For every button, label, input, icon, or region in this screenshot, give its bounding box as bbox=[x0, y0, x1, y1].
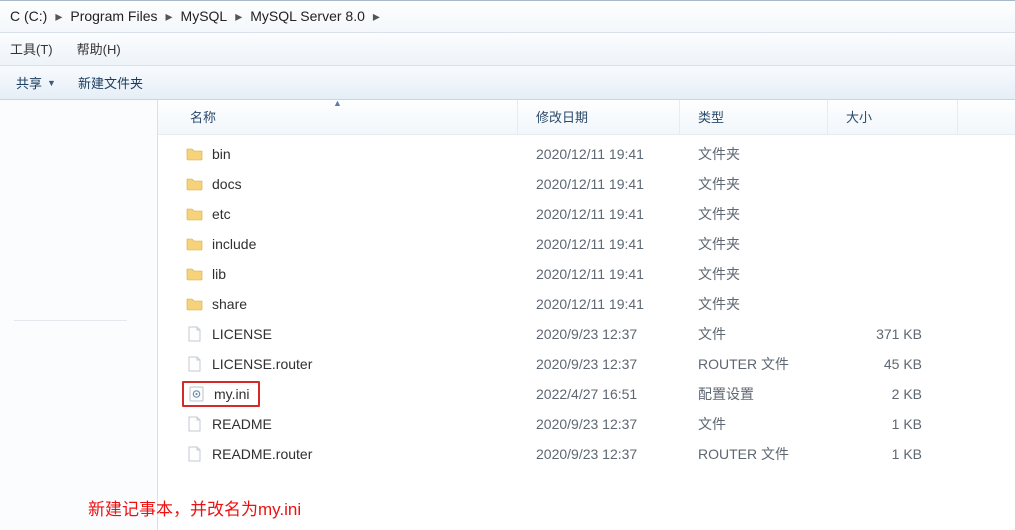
file-row[interactable]: README.router 2020/9/23 12:37ROUTER 文件1 K… bbox=[158, 439, 1015, 469]
folder-icon bbox=[186, 265, 204, 283]
file-name: LICENSE bbox=[212, 326, 272, 342]
chevron-right-icon: ▸ bbox=[371, 8, 382, 25]
explorer-window: C (C:) ▸ Program Files ▸ MySQL ▸ MySQL S… bbox=[0, 0, 1015, 530]
navigation-pane[interactable] bbox=[0, 100, 158, 530]
file-name: lib bbox=[212, 266, 226, 282]
file-type: 文件夹 bbox=[680, 174, 828, 194]
file-date: 2020/12/11 19:41 bbox=[518, 266, 680, 282]
menu-tools[interactable]: 工具(T) bbox=[4, 37, 59, 60]
file-name: my.ini bbox=[214, 386, 250, 402]
file-type: 文件夹 bbox=[680, 294, 828, 314]
file-type: 文件夹 bbox=[680, 204, 828, 224]
column-header-row: ▲ 名称 修改日期 类型 大小 bbox=[158, 100, 1015, 135]
menubar: 工具(T) 帮助(H) bbox=[0, 33, 1015, 66]
file-name: bin bbox=[212, 146, 231, 162]
folder-icon bbox=[186, 235, 204, 253]
file-name: etc bbox=[212, 206, 231, 222]
annotation-text: 新建记事本，并改名为my.ini bbox=[88, 495, 301, 520]
file-row[interactable]: my.ini 2022/4/27 16:51配置设置2 KB bbox=[158, 379, 1015, 409]
new-folder-label: 新建文件夹 bbox=[78, 73, 143, 92]
new-folder-button[interactable]: 新建文件夹 bbox=[78, 73, 143, 92]
file-icon bbox=[186, 325, 204, 343]
file-date: 2020/9/23 12:37 bbox=[518, 416, 680, 432]
column-header-size[interactable]: 大小 bbox=[828, 100, 958, 134]
file-row[interactable]: include 2020/12/11 19:41文件夹 bbox=[158, 229, 1015, 259]
file-name: docs bbox=[212, 176, 242, 192]
column-header-type[interactable]: 类型 bbox=[680, 100, 828, 134]
file-type: 配置设置 bbox=[680, 384, 828, 404]
highlight-box: my.ini bbox=[182, 381, 260, 407]
file-pane: ▲ 名称 修改日期 类型 大小 bin2020/12/11 19:41文件夹do… bbox=[158, 100, 1015, 530]
file-icon bbox=[186, 415, 204, 433]
settings-file-icon bbox=[188, 385, 206, 403]
column-header-name[interactable]: ▲ 名称 bbox=[158, 100, 518, 134]
toolbar: 共享 ▼ 新建文件夹 bbox=[0, 66, 1015, 100]
folder-icon bbox=[186, 145, 204, 163]
file-type: 文件 bbox=[680, 324, 828, 344]
file-name: include bbox=[212, 236, 256, 252]
column-header-date[interactable]: 修改日期 bbox=[518, 100, 680, 134]
chevron-right-icon: ▸ bbox=[164, 8, 175, 25]
file-date: 2020/12/11 19:41 bbox=[518, 236, 680, 252]
file-size: 2 KB bbox=[828, 386, 958, 402]
chevron-down-icon: ▼ bbox=[47, 78, 56, 88]
file-date: 2020/12/11 19:41 bbox=[518, 176, 680, 192]
file-date: 2022/4/27 16:51 bbox=[518, 386, 680, 402]
file-type: 文件夹 bbox=[680, 234, 828, 254]
file-icon bbox=[186, 445, 204, 463]
tree-separator bbox=[14, 320, 127, 321]
file-type: ROUTER 文件 bbox=[680, 354, 828, 374]
breadcrumb-drive[interactable]: C (C:) bbox=[4, 6, 53, 26]
file-type: 文件夹 bbox=[680, 144, 828, 164]
folder-icon bbox=[186, 295, 204, 313]
file-date: 2020/9/23 12:37 bbox=[518, 446, 680, 462]
file-row[interactable]: LICENSE 2020/9/23 12:37文件371 KB bbox=[158, 319, 1015, 349]
explorer-body: ▲ 名称 修改日期 类型 大小 bin2020/12/11 19:41文件夹do… bbox=[0, 100, 1015, 530]
file-date: 2020/9/23 12:37 bbox=[518, 356, 680, 372]
file-type: 文件 bbox=[680, 414, 828, 434]
breadcrumb-program-files[interactable]: Program Files bbox=[64, 6, 163, 26]
share-label: 共享 bbox=[16, 73, 42, 92]
file-name: LICENSE.router bbox=[212, 356, 312, 372]
share-button[interactable]: 共享 ▼ bbox=[16, 73, 56, 92]
file-row[interactable]: lib 2020/12/11 19:41文件夹 bbox=[158, 259, 1015, 289]
sort-ascending-icon: ▲ bbox=[333, 98, 342, 108]
file-row[interactable]: README 2020/9/23 12:37文件1 KB bbox=[158, 409, 1015, 439]
file-row[interactable]: share 2020/12/11 19:41文件夹 bbox=[158, 289, 1015, 319]
file-row[interactable]: LICENSE.router 2020/9/23 12:37ROUTER 文件45… bbox=[158, 349, 1015, 379]
file-size: 45 KB bbox=[828, 356, 958, 372]
file-name: README.router bbox=[212, 446, 312, 462]
breadcrumb-mysql[interactable]: MySQL bbox=[175, 6, 234, 26]
file-size: 371 KB bbox=[828, 326, 958, 342]
file-row[interactable]: bin 2020/12/11 19:41文件夹 bbox=[158, 139, 1015, 169]
chevron-right-icon: ▸ bbox=[53, 8, 64, 25]
breadcrumb-mysql-server[interactable]: MySQL Server 8.0 bbox=[244, 6, 371, 26]
menu-help[interactable]: 帮助(H) bbox=[71, 37, 127, 60]
file-list: bin2020/12/11 19:41文件夹docs2020/12/11 19:… bbox=[158, 135, 1015, 469]
folder-icon bbox=[186, 175, 204, 193]
chevron-right-icon: ▸ bbox=[233, 8, 244, 25]
column-name-label: 名称 bbox=[190, 110, 216, 125]
file-size: 1 KB bbox=[828, 416, 958, 432]
file-icon bbox=[186, 355, 204, 373]
file-date: 2020/12/11 19:41 bbox=[518, 206, 680, 222]
file-type: 文件夹 bbox=[680, 264, 828, 284]
file-size: 1 KB bbox=[828, 446, 958, 462]
file-date: 2020/12/11 19:41 bbox=[518, 146, 680, 162]
file-name: share bbox=[212, 296, 247, 312]
folder-icon bbox=[186, 205, 204, 223]
file-date: 2020/12/11 19:41 bbox=[518, 296, 680, 312]
file-row[interactable]: etc 2020/12/11 19:41文件夹 bbox=[158, 199, 1015, 229]
file-row[interactable]: docs 2020/12/11 19:41文件夹 bbox=[158, 169, 1015, 199]
file-date: 2020/9/23 12:37 bbox=[518, 326, 680, 342]
file-type: ROUTER 文件 bbox=[680, 444, 828, 464]
file-name: README bbox=[212, 416, 272, 432]
breadcrumb[interactable]: C (C:) ▸ Program Files ▸ MySQL ▸ MySQL S… bbox=[0, 1, 1015, 33]
